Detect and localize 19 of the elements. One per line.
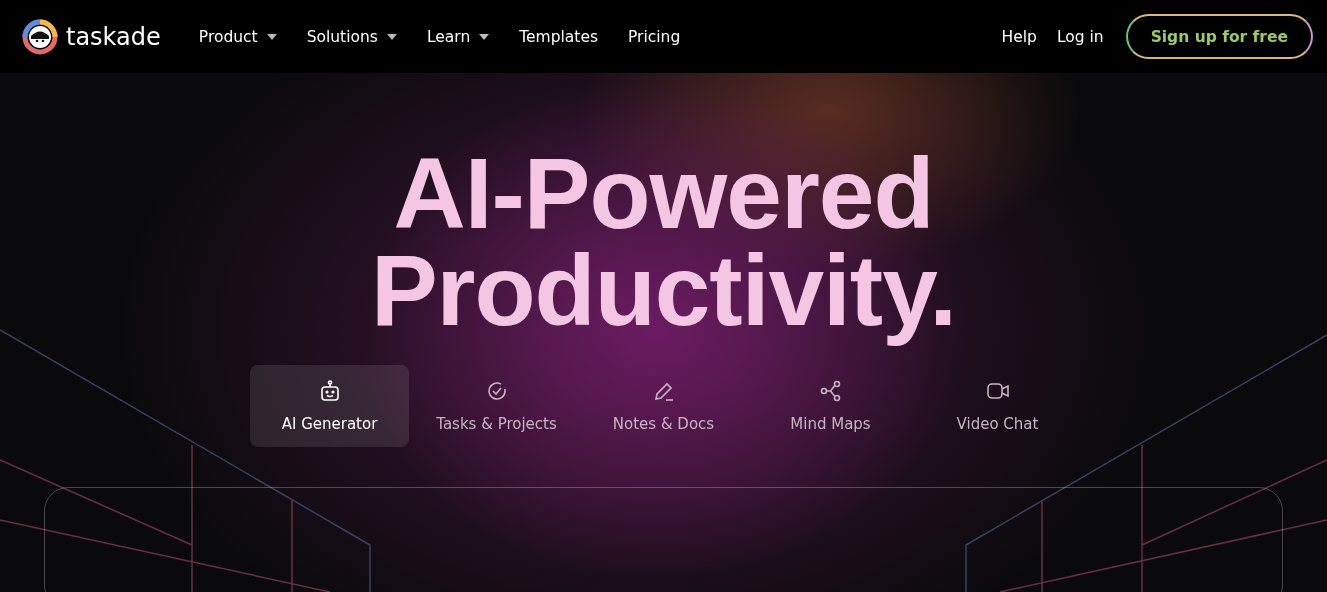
nav-link[interactable]: Pricing [628, 27, 681, 46]
logo-icon[interactable] [22, 18, 58, 55]
signup-button[interactable]: Sign up for free [1125, 14, 1313, 59]
feature-tab[interactable]: AI Generator [250, 365, 409, 447]
feature-tab[interactable]: Tasks & Projects [417, 365, 576, 447]
logo-text[interactable]: taskade [66, 22, 161, 51]
caret-icon [479, 33, 490, 40]
nav-link[interactable]: Templates [519, 27, 599, 46]
feature-tab[interactable]: Notes & Docs [584, 365, 743, 447]
feature-tab[interactable]: Mind Maps [751, 365, 910, 447]
caret-icon [386, 33, 397, 40]
nav-link[interactable]: Product [198, 27, 277, 46]
nav-link[interactable]: Learn [426, 27, 490, 46]
feature-tab[interactable]: Video Chat [918, 365, 1077, 447]
nav-link[interactable]: Help [1001, 27, 1037, 46]
nav-link[interactable]: Log in [1056, 27, 1104, 46]
nodes-icon [818, 379, 843, 403]
nav-link[interactable]: Solutions [306, 27, 397, 46]
caret-icon [266, 33, 277, 40]
